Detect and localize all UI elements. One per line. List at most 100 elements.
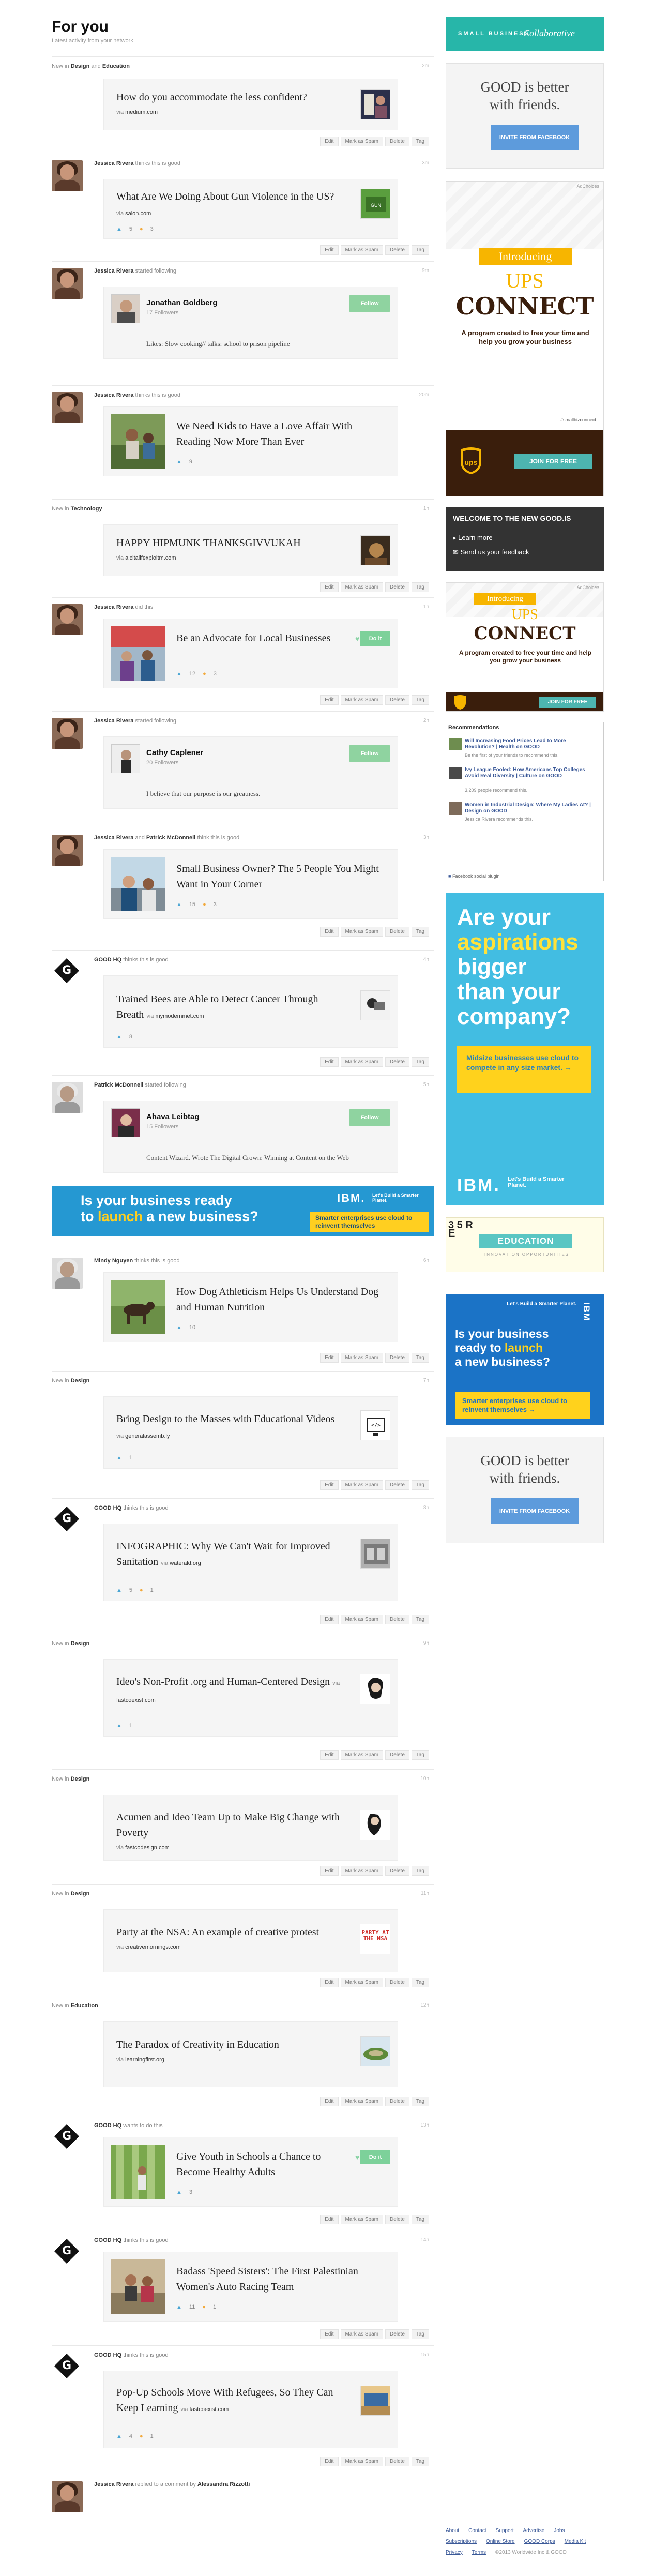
mark-spam-button[interactable]: Mark as Spam bbox=[340, 137, 383, 146]
category-link[interactable]: Education bbox=[71, 2002, 98, 2009]
person-avatar[interactable] bbox=[111, 744, 140, 773]
footer-link-privacy[interactable]: Privacy bbox=[446, 2550, 463, 2555]
category-link[interactable]: Design bbox=[71, 1891, 90, 1897]
footer-link-store[interactable]: Online Store bbox=[486, 2539, 515, 2544]
actor-link[interactable]: Patrick McDonnell bbox=[94, 1082, 143, 1088]
story-thumbnail[interactable] bbox=[360, 89, 390, 119]
story-card[interactable]: Be an Advocate for Local Businesses ♥ Do… bbox=[103, 619, 398, 688]
tag-button[interactable]: Tag bbox=[411, 1750, 429, 1760]
story-image[interactable] bbox=[111, 414, 165, 469]
footer-link-media-kit[interactable]: Media Kit bbox=[565, 2539, 586, 2544]
story-title[interactable]: How Dog Athleticism Helps Us Understand … bbox=[176, 1284, 383, 1315]
story-title[interactable]: Bring Design to the Masses with Educatio… bbox=[116, 1411, 344, 1444]
story-card[interactable]: Acumen and Ideo Team Up to Make Big Chan… bbox=[103, 1795, 398, 1861]
delete-button[interactable]: Delete bbox=[385, 1866, 409, 1876]
good-logo-icon[interactable]: G bbox=[54, 1506, 80, 1532]
story-thumbnail[interactable] bbox=[360, 1810, 390, 1840]
tag-button[interactable]: Tag bbox=[411, 695, 429, 705]
person-name[interactable]: Cathy Caplener bbox=[146, 748, 203, 757]
ad-cta-button[interactable]: Smarter enterprises use cloud to reinven… bbox=[310, 1212, 429, 1232]
actor-link[interactable]: Jessica Rivera bbox=[94, 392, 133, 398]
story-title[interactable]: Small Business Owner? The 5 People You M… bbox=[176, 861, 383, 892]
story-title[interactable]: HAPPY HIPMUNK THANKSGIVVUKAH bbox=[116, 535, 339, 551]
actor-link[interactable]: Jessica Rivera bbox=[94, 160, 133, 167]
avatar[interactable] bbox=[52, 1258, 83, 1289]
actor-link[interactable]: GOOD HQ bbox=[94, 2237, 121, 2243]
avatar[interactable] bbox=[52, 835, 83, 866]
tag-button[interactable]: Tag bbox=[411, 2457, 429, 2466]
actor-link[interactable]: Patrick McDonnell bbox=[146, 835, 195, 841]
story-image[interactable] bbox=[111, 2145, 165, 2199]
edit-button[interactable]: Edit bbox=[320, 1978, 339, 1987]
avatar[interactable] bbox=[52, 392, 83, 423]
delete-button[interactable]: Delete bbox=[385, 582, 409, 592]
story-thumbnail[interactable] bbox=[360, 2036, 390, 2066]
person-avatar[interactable] bbox=[111, 294, 140, 323]
story-title[interactable]: Badass 'Speed Sisters': The First Palest… bbox=[176, 2264, 383, 2295]
story-title[interactable]: Trained Bees are Able to Detect Cancer T… bbox=[116, 991, 344, 1024]
edit-button[interactable]: Edit bbox=[320, 1353, 339, 1363]
delete-button[interactable]: Delete bbox=[385, 1057, 409, 1067]
story-title[interactable]: INFOGRAPHIC: Why We Can't Wait for Impro… bbox=[116, 1539, 344, 1571]
mark-spam-button[interactable]: Mark as Spam bbox=[340, 1615, 383, 1624]
tag-button[interactable]: Tag bbox=[411, 1615, 429, 1624]
footer-link-contact[interactable]: Contact bbox=[468, 2528, 486, 2534]
delete-button[interactable]: Delete bbox=[385, 927, 409, 937]
actor-link[interactable]: Mindy Nguyen bbox=[94, 1258, 133, 1264]
story-card[interactable]: Trained Bees are Able to Detect Cancer T… bbox=[103, 975, 398, 1048]
story-title[interactable]: How do you accommodate the less confiden… bbox=[116, 89, 339, 105]
story-title[interactable]: Be an Advocate for Local Businesses bbox=[176, 630, 352, 646]
actor-link[interactable]: Jessica Rivera bbox=[94, 604, 133, 610]
story-thumbnail[interactable] bbox=[360, 1539, 390, 1569]
footer-link-advertise[interactable]: Advertise bbox=[523, 2528, 545, 2534]
story-card[interactable]: Give Youth in Schools a Chance to Become… bbox=[103, 2137, 398, 2207]
category-link[interactable]: Design bbox=[71, 1640, 90, 1647]
story-card[interactable]: What Are We Doing About Gun Violence in … bbox=[103, 179, 398, 239]
rec-title[interactable]: Will Increasing Food Prices Lead to More… bbox=[465, 738, 597, 750]
avatar[interactable] bbox=[52, 160, 83, 191]
actor-link[interactable]: Alessandra Rizzotti bbox=[197, 2481, 250, 2488]
adchoices-label[interactable]: AdChoices bbox=[576, 184, 599, 189]
good-logo-icon[interactable]: G bbox=[54, 2123, 80, 2149]
delete-button[interactable]: Delete bbox=[385, 2457, 409, 2466]
mark-spam-button[interactable]: Mark as Spam bbox=[340, 2097, 383, 2106]
actor-link[interactable]: Jessica Rivera bbox=[94, 718, 133, 724]
do-it-button[interactable]: Do it bbox=[360, 2150, 390, 2164]
invite-facebook-button[interactable]: INVITE FROM FACEBOOK bbox=[491, 125, 579, 150]
edit-button[interactable]: Edit bbox=[320, 2215, 339, 2224]
join-free-button[interactable]: JOIN FOR FREE bbox=[514, 454, 592, 469]
person-card[interactable]: Cathy Caplener 20 Followers Follow I bel… bbox=[103, 736, 398, 809]
edit-button[interactable]: Edit bbox=[320, 1480, 339, 1490]
story-title[interactable]: Give Youth in Schools a Chance to Become… bbox=[176, 2149, 352, 2180]
person-avatar[interactable] bbox=[111, 1108, 140, 1137]
story-card[interactable]: HAPPY HIPMUNK THANKSGIVVUKAH via alcital… bbox=[103, 524, 398, 576]
edit-button[interactable]: Edit bbox=[320, 245, 339, 255]
story-card[interactable]: Bring Design to the Masses with Educatio… bbox=[103, 1396, 398, 1469]
edit-button[interactable]: Edit bbox=[320, 1750, 339, 1760]
category-link[interactable]: Education bbox=[102, 63, 130, 69]
tag-button[interactable]: Tag bbox=[411, 2329, 429, 2339]
edit-button[interactable]: Edit bbox=[320, 582, 339, 592]
edit-button[interactable]: Edit bbox=[320, 137, 339, 146]
follow-button[interactable]: Follow bbox=[349, 295, 390, 312]
edit-button[interactable]: Edit bbox=[320, 1615, 339, 1624]
story-card[interactable]: Ideo's Non-Profit .org and Human-Centere… bbox=[103, 1659, 398, 1737]
actor-link[interactable]: Jessica Rivera bbox=[94, 835, 133, 841]
actor-link[interactable]: GOOD HQ bbox=[94, 957, 121, 963]
story-card[interactable]: How do you accommodate the less confiden… bbox=[103, 79, 398, 130]
delete-button[interactable]: Delete bbox=[385, 1480, 409, 1490]
edit-button[interactable]: Edit bbox=[320, 2097, 339, 2106]
mark-spam-button[interactable]: Mark as Spam bbox=[340, 695, 383, 705]
story-title[interactable]: Acumen and Ideo Team Up to Make Big Chan… bbox=[116, 1810, 344, 1841]
story-title[interactable]: What Are We Doing About Gun Violence in … bbox=[116, 189, 344, 221]
good-logo-icon[interactable]: G bbox=[54, 2238, 80, 2264]
mark-spam-button[interactable]: Mark as Spam bbox=[340, 1480, 383, 1490]
story-thumbnail[interactable]: </> bbox=[360, 1410, 390, 1440]
category-link[interactable]: Design bbox=[71, 63, 90, 69]
edit-button[interactable]: Edit bbox=[320, 927, 339, 937]
learn-more-link[interactable]: ▸ Learn more bbox=[453, 534, 493, 542]
story-title[interactable]: The Paradox of Creativity in Education bbox=[116, 2037, 344, 2053]
tag-button[interactable]: Tag bbox=[411, 2097, 429, 2106]
footer-link-subscriptions[interactable]: Subscriptions bbox=[446, 2539, 477, 2544]
invite-facebook-button[interactable]: INVITE FROM FACEBOOK bbox=[491, 1498, 579, 1524]
